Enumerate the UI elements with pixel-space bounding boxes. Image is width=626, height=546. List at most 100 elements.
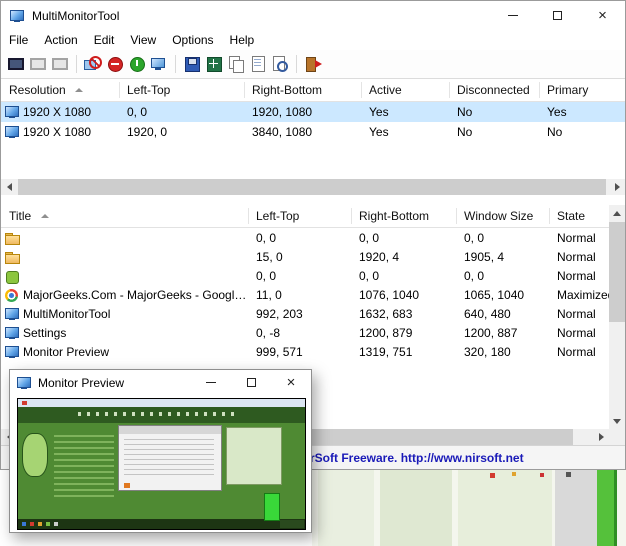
maximize-button[interactable] xyxy=(535,1,580,30)
move-monitor-left-icon[interactable] xyxy=(29,55,47,73)
preview-taskbar-icons xyxy=(22,522,26,526)
webpage-green-bar xyxy=(597,470,617,546)
column-primary[interactable]: Primary xyxy=(547,83,588,97)
left-top-cell: 0, 0 xyxy=(127,105,147,119)
preview-dialog-icon xyxy=(124,483,130,488)
close-button[interactable]: × xyxy=(580,1,625,30)
column-left-top[interactable]: Left-Top xyxy=(256,209,299,223)
state-cell: Normal xyxy=(557,231,596,245)
properties-icon[interactable] xyxy=(249,55,267,73)
window-row[interactable]: 0, 0 0, 0 0, 0 Normal xyxy=(1,228,611,247)
minimize-button[interactable] xyxy=(490,1,535,30)
sort-indicator-icon xyxy=(41,214,49,218)
scroll-down-icon[interactable] xyxy=(609,413,625,429)
scroll-right-icon[interactable] xyxy=(609,179,625,195)
folder-icon xyxy=(4,249,20,265)
preview-titlebar: Monitor Preview × xyxy=(10,370,311,396)
monitor-icon xyxy=(4,104,20,120)
scroll-right-icon[interactable] xyxy=(593,429,609,445)
monitor-preview-image xyxy=(17,398,306,530)
window-size-cell: 0, 0 xyxy=(464,269,484,283)
scroll-up-icon[interactable] xyxy=(609,205,625,221)
export-report-icon[interactable] xyxy=(205,55,223,73)
active-cell: Yes xyxy=(369,125,389,139)
column-right-bottom[interactable]: Right-Bottom xyxy=(359,209,429,223)
preview-dialog-list xyxy=(124,439,214,479)
scrollbar-thumb[interactable] xyxy=(609,222,625,322)
right-bottom-cell: 1632, 683 xyxy=(359,307,412,321)
set-primary-monitor-icon[interactable] xyxy=(7,55,25,73)
turn-off-monitor-icon[interactable] xyxy=(106,55,124,73)
state-cell: Normal xyxy=(557,345,596,359)
column-state[interactable]: State xyxy=(557,209,585,223)
webpage-speck xyxy=(490,473,495,478)
html-report-icon[interactable] xyxy=(271,55,289,73)
preview-nav-links xyxy=(78,412,238,416)
enable-monitor-icon[interactable] xyxy=(128,55,146,73)
scrollbar-corner xyxy=(609,429,625,445)
webpage-speck xyxy=(512,472,516,476)
state-cell: Normal xyxy=(557,269,596,283)
toolbar-separator xyxy=(76,55,77,73)
preview-taskbar-clock xyxy=(280,520,304,528)
preview-minimize-button[interactable] xyxy=(191,370,231,395)
window-row[interactable]: Monitor Preview 999, 571 1319, 751 320, … xyxy=(1,342,611,361)
left-top-cell: 0, 0 xyxy=(256,269,276,283)
preview-mascot xyxy=(22,433,48,477)
column-title[interactable]: Title xyxy=(9,209,31,223)
right-bottom-cell: 1076, 1040 xyxy=(359,288,419,302)
window-row[interactable]: 0, 0 0, 0 0, 0 Normal xyxy=(1,266,611,285)
column-disconnected[interactable]: Disconnected xyxy=(457,83,530,97)
menu-action[interactable]: Action xyxy=(36,31,85,50)
right-bottom-cell: 0, 0 xyxy=(359,269,379,283)
monitor-preview-icon[interactable] xyxy=(150,55,168,73)
menu-file[interactable]: File xyxy=(1,31,36,50)
preview-close-button[interactable]: × xyxy=(271,370,311,395)
copy-icon[interactable] xyxy=(227,55,245,73)
right-bottom-cell: 1200, 879 xyxy=(359,326,412,340)
primary-cell: Yes xyxy=(547,105,567,119)
monitor-row[interactable]: 1920 X 1080 1920, 0 3840, 1080 Yes No No xyxy=(1,122,625,142)
exit-icon[interactable] xyxy=(304,55,322,73)
menu-edit[interactable]: Edit xyxy=(86,31,123,50)
state-cell: Maximized xyxy=(557,288,614,302)
column-window-size[interactable]: Window Size xyxy=(464,209,533,223)
monitor-row[interactable]: 1920 X 1080 0, 0 1920, 1080 Yes No Yes xyxy=(1,102,625,122)
titlebar: MultiMonitorTool × xyxy=(1,1,625,31)
title-cell: MajorGeeks.Com - MajorGeeks - Google ... xyxy=(23,288,251,302)
left-top-cell: 1920, 0 xyxy=(127,125,167,139)
preview-browser-bar xyxy=(18,399,306,407)
column-left-top[interactable]: Left-Top xyxy=(127,83,170,97)
window-title: MultiMonitorTool xyxy=(32,9,119,23)
monitor-icon xyxy=(4,325,20,341)
scrollbar-thumb[interactable] xyxy=(18,179,606,195)
column-right-bottom[interactable]: Right-Bottom xyxy=(252,83,322,97)
preview-maximize-button[interactable] xyxy=(231,370,271,395)
move-monitor-right-icon[interactable] xyxy=(51,55,69,73)
menu-view[interactable]: View xyxy=(122,31,164,50)
scroll-left-icon[interactable] xyxy=(1,179,17,195)
disable-monitor-icon[interactable] xyxy=(84,55,102,73)
window-row[interactable]: 15, 0 1920, 4 1905, 4 Normal xyxy=(1,247,611,266)
window-size-cell: 0, 0 xyxy=(464,231,484,245)
window-size-cell: 1200, 887 xyxy=(464,326,517,340)
column-resolution[interactable]: Resolution xyxy=(9,83,66,97)
menu-help[interactable]: Help xyxy=(222,31,263,50)
webpage-stripe xyxy=(458,470,552,546)
column-active[interactable]: Active xyxy=(369,83,402,97)
monitor-icon xyxy=(4,344,20,360)
nirsoft-freeware-text: NirSoft Freeware. http://www.nirsoft.net xyxy=(298,451,524,465)
monitor-preview-icon xyxy=(16,375,32,391)
save-icon[interactable] xyxy=(183,55,201,73)
right-bottom-cell: 1319, 751 xyxy=(359,345,412,359)
title-cell: MultiMonitorTool xyxy=(23,307,110,321)
windows-vscrollbar xyxy=(609,205,625,429)
window-row[interactable]: MajorGeeks.Com - MajorGeeks - Google ...… xyxy=(1,285,611,304)
preview-taskbar xyxy=(18,519,306,529)
chrome-icon xyxy=(4,287,20,303)
preview-window-controls: × xyxy=(191,370,311,395)
menu-options[interactable]: Options xyxy=(164,31,221,50)
right-bottom-cell: 0, 0 xyxy=(359,231,379,245)
window-row[interactable]: MultiMonitorTool 992, 203 1632, 683 640,… xyxy=(1,304,611,323)
window-row[interactable]: Settings 0, -8 1200, 879 1200, 887 Norma… xyxy=(1,323,611,342)
